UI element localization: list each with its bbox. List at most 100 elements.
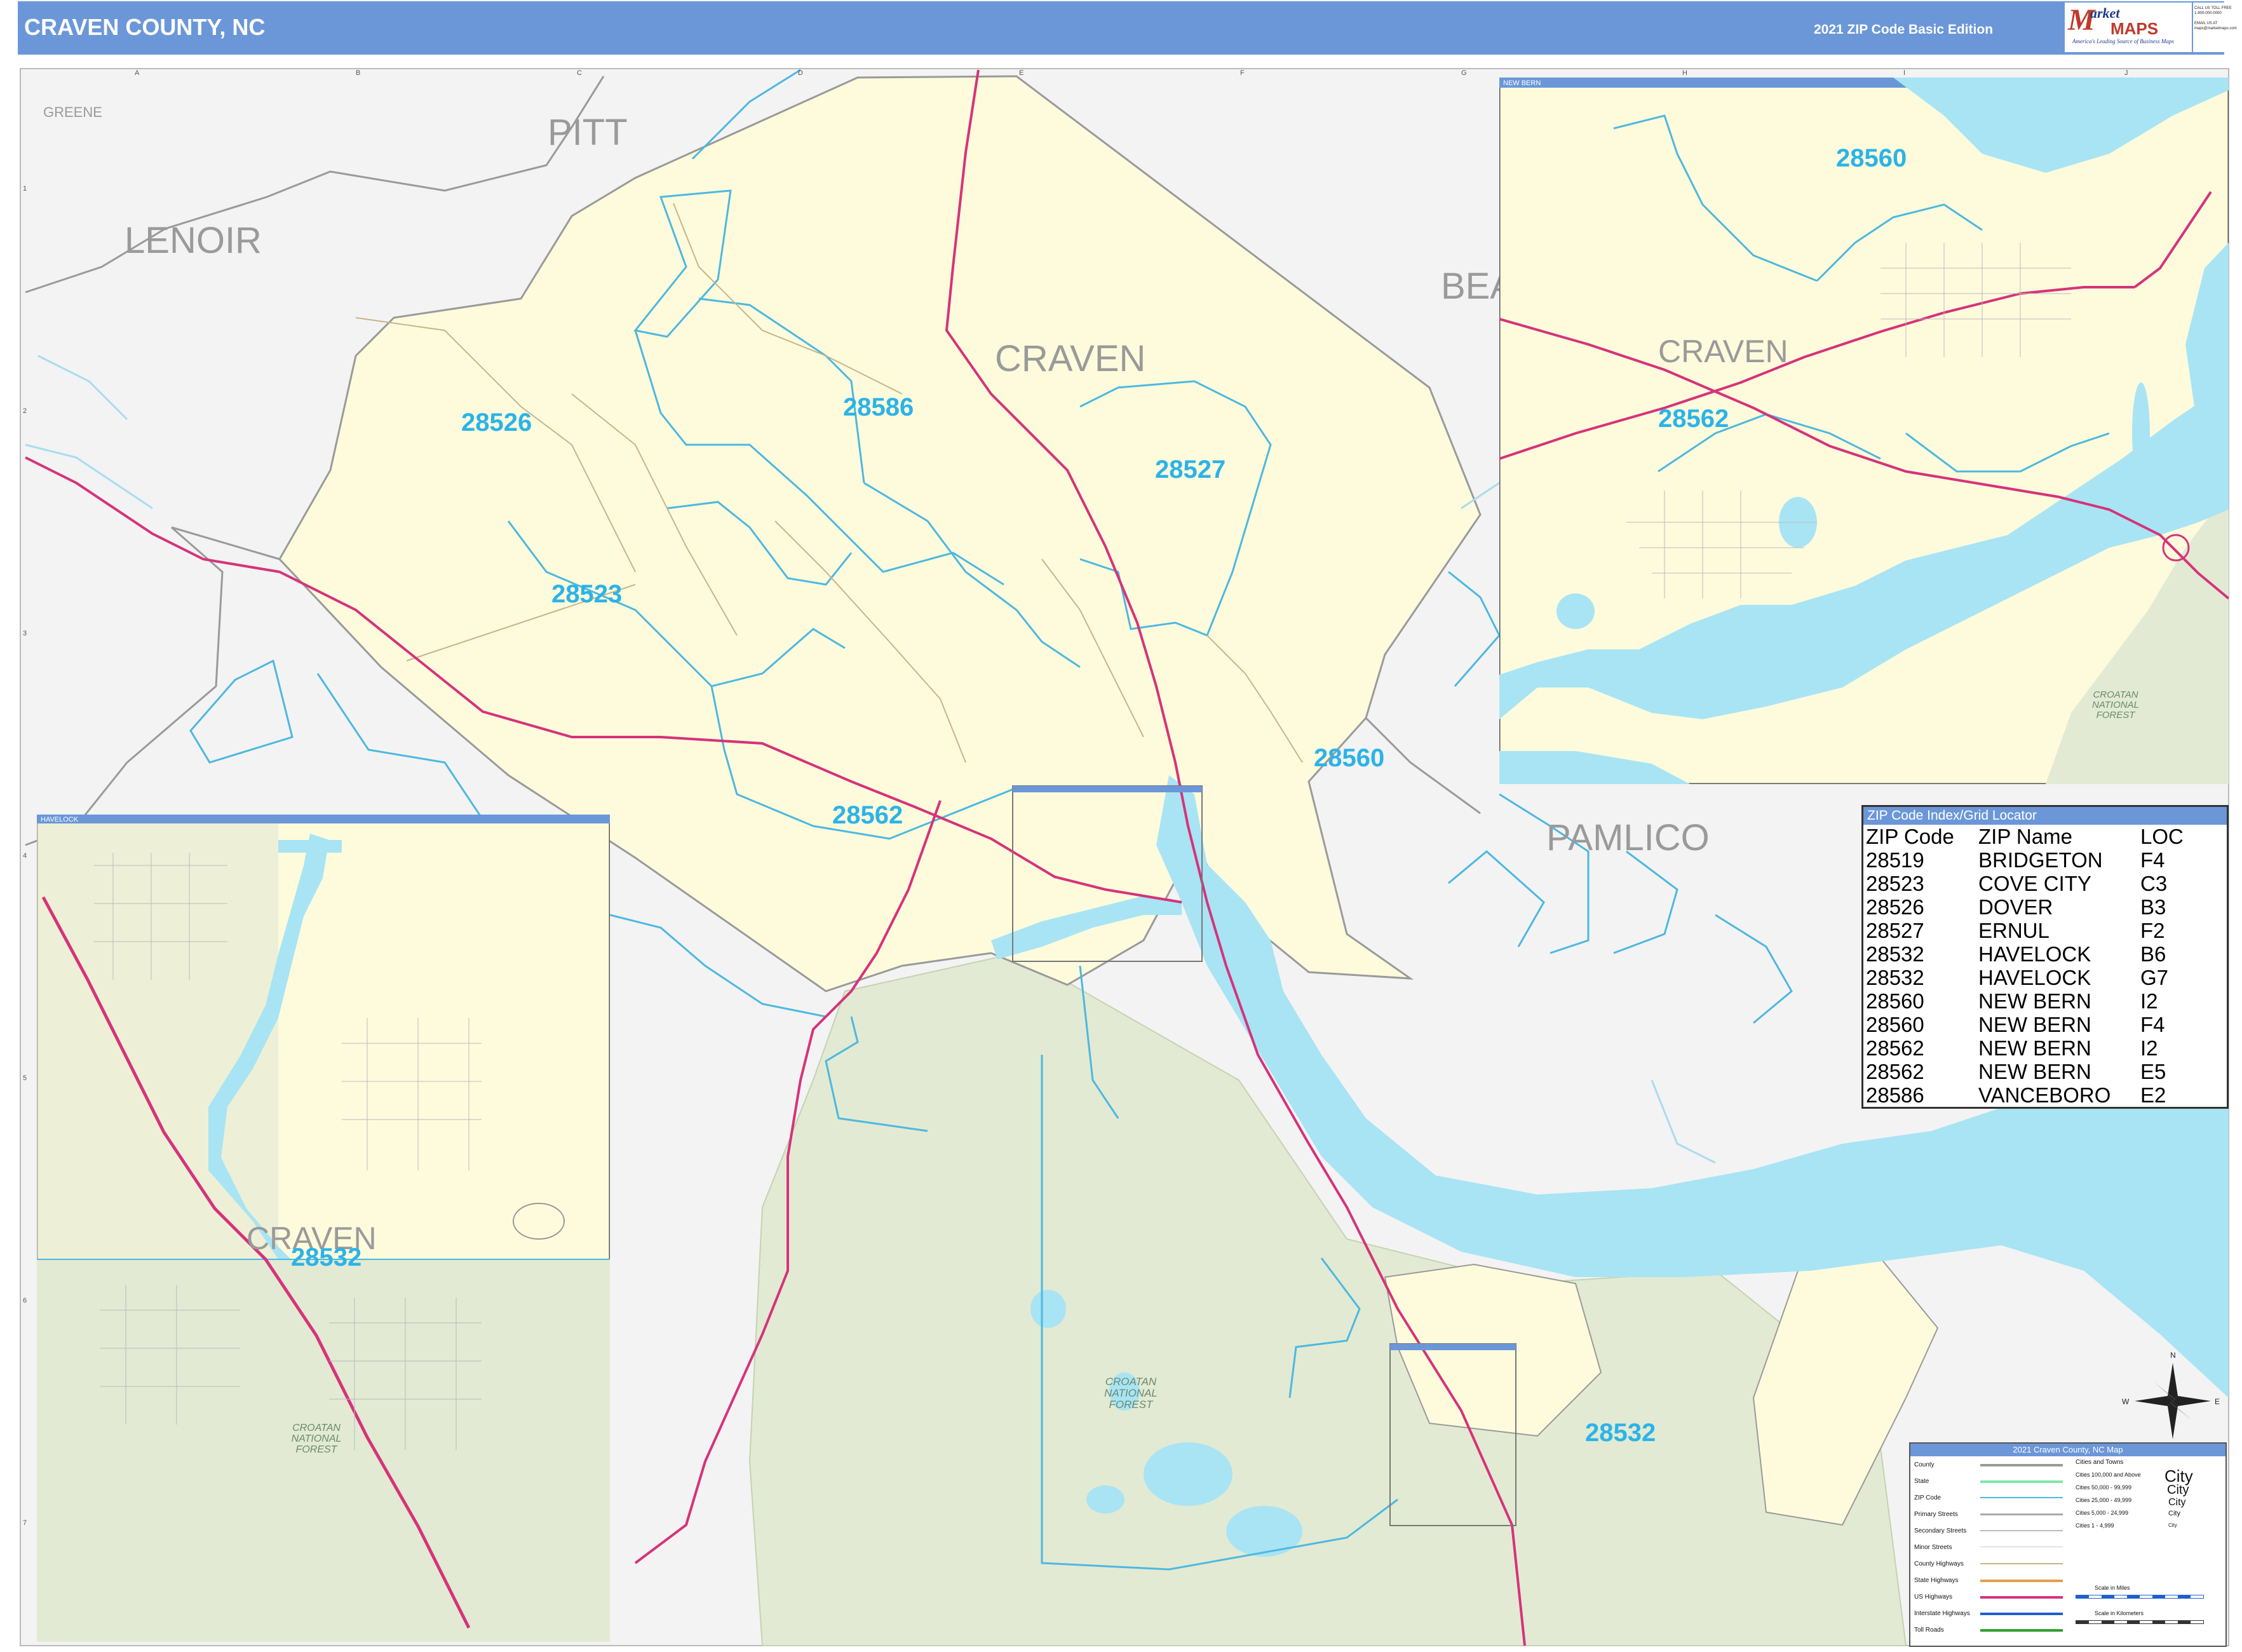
zip-code: 28532	[1866, 942, 1924, 966]
legend-line	[1980, 1530, 2063, 1531]
zip-loc: E2	[2140, 1083, 2166, 1107]
new-bern-inset-title: NEW BERN	[1503, 79, 1541, 87]
grid-row-label: 3	[23, 630, 27, 637]
legend-line	[1980, 1629, 2063, 1632]
zip-name: HAVELOCK	[1978, 942, 2091, 966]
county-label-pitt: PITT	[548, 112, 628, 153]
havelock-forest-label: FOREST	[296, 1444, 338, 1455]
grid-col-label: A	[135, 69, 140, 77]
zip-code: 28523	[1866, 872, 1924, 895]
legend-city-tier: Cities 50,000 - 99,999	[2076, 1484, 2132, 1491]
havelock-inset-title: HAVELOCK	[41, 816, 79, 823]
grid-col-label: G	[1461, 69, 1467, 77]
map-legend: 2021 Craven County, NC Map County State …	[1909, 1442, 2227, 1647]
zip-name: NEW BERN	[1978, 1060, 2091, 1083]
scale-km-label: Scale in Kilometers	[2095, 1610, 2144, 1616]
new-bern-inset[interactable]: NEW BERN CRAVEN 28560 28562 CROATAN NATI…	[1499, 78, 2229, 784]
zip-loc: B6	[2140, 942, 2166, 966]
zip-name: NEW BERN	[1978, 989, 2091, 1013]
zip-name: ERNUL	[1978, 919, 2050, 942]
grid-col-label: J	[2124, 69, 2128, 77]
legend-line	[1980, 1563, 2063, 1564]
grid-row-label: 2	[23, 407, 27, 415]
zip-col-header: LOC	[2140, 825, 2184, 848]
zip-code: 28586	[1866, 1083, 1924, 1107]
grid-row-label: 5	[23, 1074, 27, 1082]
scale-bar-miles	[2076, 1595, 2204, 1599]
inset-zip-28562: 28562	[1658, 405, 1729, 433]
legend-state-hwy: State Highways	[1914, 1577, 1959, 1584]
forest-label: NATIONAL	[1104, 1387, 1158, 1399]
lake	[1144, 1442, 1232, 1506]
legend-line	[1980, 1513, 2063, 1515]
inset-forest-label: FOREST	[2097, 710, 2137, 721]
zip-name: NEW BERN	[1978, 1036, 2091, 1060]
zip-index-title: ZIP Code Index/Grid Locator	[1863, 807, 2227, 825]
zip-code: 28526	[1866, 895, 1924, 919]
havelock-inset-title-bar	[37, 815, 610, 823]
zip-name: VANCEBORO	[1978, 1083, 2111, 1107]
zip-loc: I2	[2140, 989, 2158, 1013]
zip-index-table: ZIP Code Index/Grid Locator ZIP Code ZIP…	[1861, 805, 2229, 1109]
zip-code: 28562	[1866, 1036, 1924, 1060]
grid-col-label: E	[1019, 69, 1023, 77]
legend-city-tier: Cities 100,000 and Above	[2076, 1472, 2141, 1478]
forest-label: CROATAN	[1105, 1376, 1157, 1388]
zip-code: 28560	[1866, 989, 1924, 1013]
zip-label-28586: 28586	[843, 393, 914, 421]
legend-line	[1980, 1497, 2063, 1498]
grid-col-label: B	[356, 69, 360, 77]
havelock-forest-label: NATIONAL	[292, 1433, 342, 1444]
havelock-inset-marker-bar	[1390, 1344, 1516, 1350]
legend-city-sample: City	[2168, 1497, 2186, 1508]
legend-city-tier: Cities 1 - 4,999	[2076, 1522, 2114, 1529]
grid-col-label: H	[1682, 69, 1687, 77]
legend-line	[1980, 1613, 2063, 1615]
legend-us-hwy: US Highways	[1914, 1594, 1953, 1601]
legend-city-sample: City	[2167, 1483, 2189, 1497]
zip-loc: F4	[2140, 1013, 2165, 1036]
zip-loc: F2	[2140, 919, 2165, 942]
legend-primary: Primary Streets	[1914, 1511, 1958, 1518]
zip-code: 28532	[1866, 966, 1924, 989]
new-bern-inset-marker-bar	[1013, 786, 1202, 792]
zip-code: 28562	[1866, 1060, 1924, 1083]
havelock-inset[interactable]: HAVELOCK CRAVEN 28532 CROATAN NATIONAL F…	[37, 815, 610, 1642]
legend-secondary: Secondary Streets	[1914, 1527, 1967, 1534]
legend-line	[1980, 1464, 2063, 1466]
zip-loc: C3	[2140, 872, 2168, 895]
zip-label-28560: 28560	[1314, 744, 1384, 772]
grid-col-label: D	[798, 69, 803, 77]
zip-loc: E5	[2140, 1060, 2166, 1083]
inset-forest-label: CROATAN	[2093, 689, 2138, 700]
zip-name: DOVER	[1978, 895, 2053, 919]
compass-e: E	[2215, 1397, 2220, 1406]
county-label-lenoir: LENOIR	[125, 220, 262, 261]
inset-county-label: CRAVEN	[1658, 334, 1788, 369]
legend-zip: ZIP Code	[1914, 1494, 1941, 1501]
legend-city-sample: City	[2168, 1510, 2180, 1517]
lake	[1086, 1486, 1124, 1513]
legend-county: County	[1914, 1461, 1935, 1468]
county-label-greene: GREENE	[43, 104, 102, 120]
zip-name: BRIDGETON	[1978, 848, 2103, 872]
zip-label-28523: 28523	[551, 580, 622, 608]
grid-col-label: C	[577, 69, 582, 77]
zip-label-28562: 28562	[832, 801, 903, 829]
legend-county-hwy: County Highways	[1914, 1561, 1964, 1567]
lake	[1226, 1506, 1302, 1557]
zip-code: 28519	[1866, 848, 1924, 872]
county-label-craven: CRAVEN	[995, 338, 1145, 379]
zip-code: 28560	[1866, 1013, 1924, 1036]
grid-col-label: F	[1240, 69, 1245, 77]
zip-label-28527: 28527	[1155, 456, 1226, 484]
zip-loc: B3	[2140, 895, 2166, 919]
legend-cities-title: Cities and Towns	[2076, 1459, 2124, 1466]
inset-forest-label: NATIONAL	[2092, 700, 2139, 710]
county-label-pamlico: PAMLICO	[1546, 817, 1710, 858]
grid-row-label: 7	[23, 1519, 27, 1527]
zip-label-28526: 28526	[461, 409, 532, 437]
zip-loc: G7	[2140, 966, 2169, 989]
grid-row-label: 1	[23, 185, 27, 193]
legend-minor: Minor Streets	[1914, 1544, 1952, 1551]
